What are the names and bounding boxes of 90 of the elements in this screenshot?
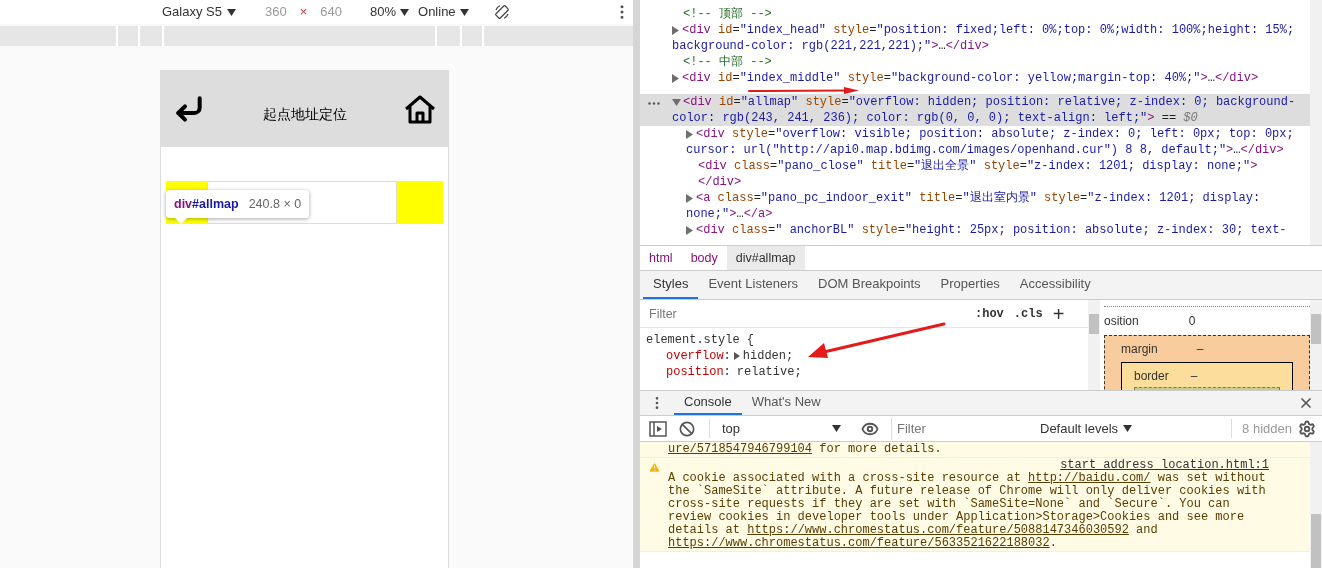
hidden-count: 8 hidden [1231, 418, 1292, 439]
warning-message: ure/5718547946799104 for more details. [668, 443, 943, 456]
html-comment: <!-- 中部 --> [683, 54, 772, 70]
dropdown-caret-icon [227, 8, 236, 16]
html-code-line: <div id="index_head" style="position: fixed;left: 0%;top: 0%;width: 100%;height: 15%; [682, 22, 1295, 38]
box-position-value: 0 [1188, 313, 1196, 330]
scrollbar[interactable] [1310, 300, 1322, 390]
device-select[interactable]: Galaxy S5 [162, 2, 236, 22]
dimension-separator: × [299, 3, 308, 22]
settings-icon[interactable] [1298, 419, 1316, 438]
html-comment: <!-- 顶部 --> [683, 6, 772, 22]
clear-console-icon[interactable] [679, 420, 695, 437]
scrollbar[interactable] [1310, 0, 1322, 245]
console-filter-field[interactable]: Filter [891, 417, 1031, 440]
dom-node-row[interactable]: <div style="overflow: visible; position: absolute; z-index: 0; left: 0px; top: 0px; cursor: url("http://api0.map.bdimg.com/images/openhand.cur") 8 8, default;">…</div> [640, 126, 1310, 158]
panel-tab[interactable]: Properties [930, 271, 1010, 299]
tooltip-id: #allmap [192, 195, 239, 213]
border-value: – [1190, 368, 1198, 385]
panel-tab[interactable]: Event Listeners [698, 271, 808, 299]
html-code-line: <div id="allmap" style="overflow: hidden; position: relative; z-index: 0; background- [683, 94, 1296, 110]
sidebar-toggle-icon[interactable] [649, 420, 667, 437]
drawer-tab[interactable]: Console [674, 391, 742, 415]
dropdown-caret-icon [459, 8, 469, 16]
styles-filter-field[interactable]: Filter [643, 302, 963, 325]
dom-node-row[interactable]: <div id="allmap" style="overflow: hidden; position: relative; z-index: 0; background- color: rgb(243, 241, 236); color: rgb(0, 0, 0); text-align: left;"> == $0 [640, 94, 1310, 126]
dom-node-row[interactable]: <!-- 中部 --> [640, 54, 1310, 70]
border-label: border [1134, 368, 1169, 385]
breadcrumb[interactable]: html [640, 246, 682, 270]
message-link[interactable]: http://baidu.com/ [1028, 471, 1151, 485]
tooltip-tag: div [174, 194, 193, 214]
message-link[interactable]: https://www.chromestatus.com/feature/5088147346030592 [747, 523, 1129, 537]
message-link[interactable]: https://www.chromestatus.com/feature/5633521622188032 [668, 536, 1050, 550]
css-colon: : [723, 364, 731, 380]
css-selector: element.style { [646, 332, 755, 348]
html-code-line: </div> [698, 174, 742, 190]
context-select[interactable]: top [709, 418, 849, 439]
hover-state-toggle[interactable]: :hov [975, 304, 1004, 323]
margin-value: – [1196, 341, 1204, 358]
dom-node-row[interactable]: <div class="pano_close" title="退出全景" style="z-index: 1201; display: none;"> </div> [640, 158, 1310, 190]
breadcrumb[interactable]: body [681, 246, 727, 270]
panel-tab[interactable]: Styles [643, 271, 699, 299]
html-code-line: none;">…</a> [686, 206, 773, 222]
log-levels-select[interactable]: Default levels [1040, 418, 1133, 439]
more-dots-icon[interactable] [648, 102, 660, 105]
dom-node-row[interactable]: <a class="pano_pc_indoor_exit" title="退出室内景" style="z-index: 1201; display: none;">…</a> [640, 190, 1310, 222]
dropdown-caret-icon [1123, 425, 1133, 432]
html-code-line: <a class="pano_pc_indoor_exit" title="退出室内景" style="z-index: 1201; display: [696, 190, 1261, 206]
scrollbar[interactable] [1088, 300, 1100, 390]
new-rule-button[interactable]: + [1052, 303, 1065, 324]
zoom-select[interactable]: 80% [370, 2, 409, 22]
dropdown-caret-icon [400, 8, 409, 16]
panel-tab[interactable]: DOM Breakpoints [808, 271, 931, 299]
dom-node-row[interactable]: <!-- 顶部 --> [640, 6, 1310, 22]
html-code-line: <div class="pano_close" title="退出全景" style="z-index: 1201; display: none;"> [698, 158, 1258, 174]
home-icon[interactable] [404, 94, 436, 124]
class-toggle[interactable]: .cls [1013, 304, 1043, 323]
expand-triangle-icon[interactable] [672, 73, 679, 83]
html-code-line: background-color: rgb(221,221,221);">…</div> [672, 38, 989, 54]
panel-tab[interactable]: Accessibility [1009, 271, 1101, 299]
drawer-tab[interactable]: What's New [741, 391, 831, 415]
dom-node-row[interactable]: <div id="index_head" style="position: fixed;left: 0%;top: 0%;width: 100%;height: 15%; background-color: rgb(221,221,221);">…</div> [640, 22, 1310, 54]
tooltip-size: 240.8 × 0 [248, 195, 302, 213]
css-colon: : [723, 348, 731, 364]
margin-label: margin [1121, 341, 1158, 358]
css-property[interactable]: overflow [666, 348, 724, 364]
page-title: 起点地址定位 [262, 104, 347, 124]
warning-icon [648, 461, 661, 474]
collapse-triangle-icon[interactable] [672, 98, 681, 106]
network-select[interactable]: Online [418, 2, 469, 22]
message-link[interactable]: ure/5718547946799104 [668, 442, 813, 456]
html-code-line: <div style="overflow: visible; position: absolute; z-index: 0; left: 0px; top: 0px; [696, 126, 1294, 142]
expand-triangle-icon[interactable] [686, 129, 693, 139]
source-link[interactable]: start_address_location.html:1 [1060, 459, 1269, 472]
expand-triangle-icon[interactable] [733, 352, 740, 360]
dropdown-caret-icon [832, 425, 841, 432]
css-property[interactable]: position [666, 364, 724, 380]
close-icon[interactable] [1298, 395, 1314, 411]
rotate-icon[interactable] [493, 4, 510, 20]
scrollbar[interactable] [1310, 442, 1322, 568]
box-position-label: osition [1104, 313, 1139, 330]
html-code-line: color: rgb(243, 241, 236); color: rgb(0, 0, 0); text-align: left;"> == $0 [672, 110, 1198, 126]
html-code-line: cursor: url("http://api0.map.bdimg.com/images/openhand.cur") 8 8, default;">…</div> [686, 142, 1284, 158]
breadcrumb[interactable]: div#allmap [726, 246, 805, 270]
back-icon[interactable] [173, 93, 205, 125]
css-value[interactable]: hidden; [742, 348, 794, 364]
css-value[interactable]: relative; [736, 364, 802, 380]
warning-message: A cookie associated with a cross-site resource at http://baidu.com/ was set without the `SameSite` attribute. A future release of Chrome will only deliver cookies with cross-site requests if they are set with `SameSite=None` and `Secure`. You can review cookies in developer tools under Application>Storage>Cookies and see more details at https://www.chromestatus.com/feature/5088147346030592 and https://www.chromestatus.com/feature/5633521622188032. [668, 472, 1267, 550]
expand-triangle-icon[interactable] [686, 193, 693, 203]
expand-triangle-icon[interactable] [672, 25, 679, 35]
expand-triangle-icon[interactable] [686, 225, 693, 235]
